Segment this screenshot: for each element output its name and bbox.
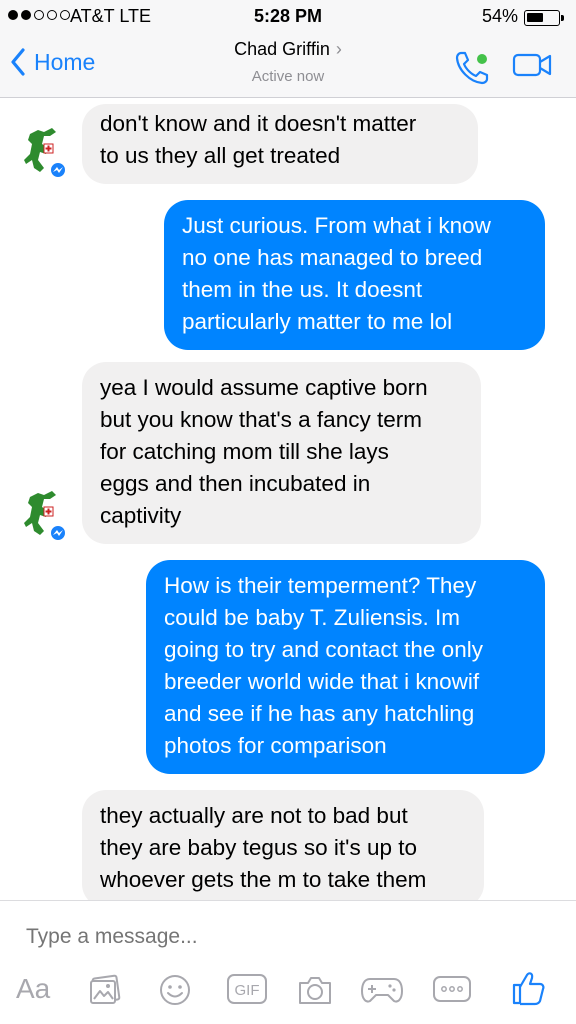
text-format-icon[interactable]: Aa (16, 973, 50, 1005)
message-line: photos for comparison (164, 733, 387, 758)
message-thread[interactable]: don't know and it doesn't matter to us t… (0, 98, 576, 900)
video-camera-icon (512, 53, 552, 77)
message-input[interactable] (26, 925, 546, 949)
message-line: breeder world wide that i knowif (164, 669, 480, 694)
contact-avatar[interactable] (22, 487, 72, 543)
gif-icon[interactable]: GIF (226, 973, 268, 1005)
message-line: no one has managed to breed (182, 245, 483, 270)
chevron-right-icon: › (335, 39, 342, 59)
status-bar: AT&T LTE 5:28 PM 54% (0, 0, 576, 34)
message-composer: Aa GIF (0, 900, 576, 1024)
message-line: captivity (100, 503, 182, 528)
incoming-message[interactable]: they actually are not to bad but they ar… (82, 790, 484, 900)
outgoing-message[interactable]: How is their temperment? They could be b… (146, 560, 545, 774)
voice-call-button[interactable] (452, 48, 492, 93)
message-line: How is their temperment? They (164, 573, 477, 598)
incoming-message[interactable]: yea I would assume captive born but you … (82, 362, 481, 544)
message-line: to us they all get treated (100, 143, 341, 168)
photo-icon[interactable] (88, 973, 122, 1007)
game-icon[interactable] (360, 973, 404, 1007)
battery-percent: 54% (481, 6, 518, 26)
outgoing-message[interactable]: Just curious. From what i know no one ha… (164, 200, 545, 350)
contact-name: Chad Griffin (234, 39, 330, 59)
message-line: they are baby tegus so it's up to (100, 835, 417, 860)
contact-avatar[interactable] (22, 124, 72, 180)
message-line: they actually are not to bad but (100, 803, 408, 828)
incoming-message[interactable]: don't know and it doesn't matter to us t… (82, 104, 478, 184)
message-line: don't know and it doesn't matter (100, 111, 417, 136)
message-line: whoever gets the m to take them (100, 867, 427, 892)
phone-icon (455, 51, 489, 85)
message-line: could be baby T. Zuliensis. Im (164, 605, 460, 630)
message-line: particularly matter to me lol (182, 309, 453, 334)
message-line: Just curious. From what i know (182, 213, 491, 238)
message-line: and see if he has any hatchling (164, 701, 475, 726)
conversation-header: Home Chad Griffin › Active now (0, 34, 576, 98)
message-line: yea I would assume captive born (100, 375, 428, 400)
camera-icon[interactable] (296, 973, 334, 1007)
message-line: them in the us. It doesnt (182, 277, 423, 302)
message-line: going to try and contact the only (164, 637, 483, 662)
battery-icon (524, 10, 564, 26)
more-icon[interactable] (432, 973, 472, 1005)
message-line: eggs and then incubated in (100, 471, 371, 496)
like-icon[interactable] (510, 969, 546, 1007)
message-line: but you know that's a fancy term (100, 407, 422, 432)
video-call-button[interactable] (512, 52, 554, 83)
emoji-icon[interactable] (158, 973, 192, 1007)
gif-label: GIF (235, 982, 260, 999)
message-line: for catching mom till she lays (100, 439, 389, 464)
